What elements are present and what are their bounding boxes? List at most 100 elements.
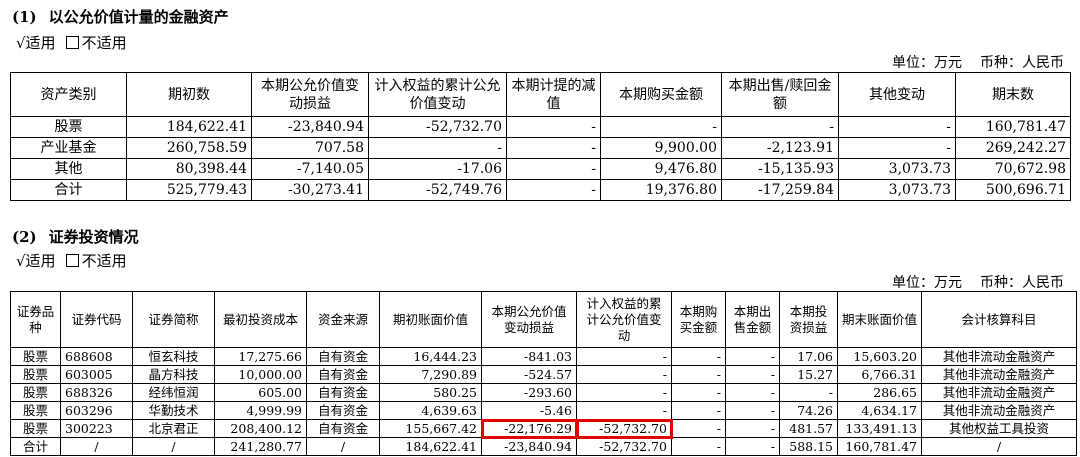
header-cell: 本期公允价值变动损益 (251, 72, 369, 117)
header-cell: 期末数 (955, 72, 1071, 117)
header-cell: 计入权益的累计公允价值变动 (576, 291, 672, 348)
table-header-row: 证券品种 证券代码 证券简称 最初投资成本 资金来源 期初账面价值 本期公允价值… (10, 291, 1077, 348)
value-cell: 603005 (60, 365, 133, 384)
value-cell: - (779, 383, 838, 402)
value-cell: 4,634.17 (837, 401, 922, 420)
value-cell: - (721, 116, 839, 138)
value-cell: 241,280.77 (214, 437, 307, 456)
value-cell: / (921, 437, 1077, 456)
section2-number: (2) (12, 228, 37, 246)
header-cell: 本期购买金额 (671, 291, 726, 348)
value-cell: - (725, 401, 780, 420)
value-cell: 688326 (60, 383, 133, 402)
value-cell: - (671, 365, 726, 384)
value-cell: -17,259.84 (721, 179, 839, 201)
currency-label: 币种：人民币 (980, 55, 1064, 71)
table-row: 产业基金 260,758.59 707.58- -9,900.00 -2,123.91-… (10, 137, 1071, 159)
table-row: 合计 //241,280.77/184,622.41 -23,840.94 -52,7… (10, 437, 1077, 456)
value-cell: - (725, 419, 780, 438)
header-cell: 本期出售/赎回金额 (721, 72, 839, 117)
table-row: 股票 300223 北京君正 208,400.12 自有资金 155,667.42 -22,… (10, 418, 1077, 439)
value-cell: 北京君正 (132, 419, 215, 438)
value-cell: 580.25 (379, 383, 482, 402)
value-cell: - (576, 383, 672, 402)
highlighted-value-cell: -52,732.70 (575, 418, 673, 439)
value-cell: 经纬恒润 (132, 383, 215, 402)
value-cell: - (671, 401, 726, 420)
not-applicable-label: 不适用 (81, 252, 127, 270)
value-cell: 4,639.63 (379, 401, 482, 420)
value-cell: -15,135.93 (721, 158, 839, 180)
header-cell: 会计核算科目 (921, 291, 1077, 348)
table-row: 股票 184,622.41 -23,840.94 -52,732.70- - - -160,… (10, 116, 1071, 138)
header-cell: 本期投资损益 (779, 291, 838, 348)
section1-heading: (1) 以公允价值计量的金融资产 (12, 6, 229, 27)
value-cell: - (576, 401, 672, 420)
value-cell: - (838, 116, 956, 138)
header-cell: 证券简称 (132, 291, 215, 348)
value-cell: - (725, 365, 780, 384)
value-cell: - (506, 116, 601, 138)
value-cell: 19,376.80 (600, 179, 722, 201)
section1-title: 以公允价值计量的金融资产 (48, 8, 229, 26)
value-cell: 133,491.13 (837, 419, 922, 438)
value-cell: / (132, 437, 215, 456)
value-cell: -7,140.05 (251, 158, 369, 180)
header-cell: 证券代码 (60, 291, 133, 348)
value-cell: 500,696.71 (955, 179, 1071, 201)
row-label-cell: 股票 (10, 365, 61, 384)
value-cell: -524.57 (481, 365, 577, 384)
value-cell: 其他权益工具投资 (921, 419, 1077, 438)
header-cell: 期初账面价值 (379, 291, 482, 348)
section2-title: 证券投资情况 (48, 228, 139, 246)
value-cell: -52,749.76 (368, 179, 507, 201)
value-cell: 9,900.00 (600, 137, 722, 159)
header-cell: 证券品种 (10, 291, 61, 348)
row-label-cell: 其他 (10, 158, 127, 180)
value-cell: - (506, 137, 601, 159)
value-cell: 3,073.73 (838, 179, 956, 201)
value-cell: 7,290.89 (379, 365, 482, 384)
value-cell: - (671, 437, 726, 456)
checkbox-icon (65, 254, 79, 267)
header-cell: 本期购买金额 (600, 72, 722, 117)
row-label-cell: 股票 (10, 401, 61, 420)
section1-unit: 单位：万元 币种：人民币 (892, 52, 1064, 72)
section1-options: √适用 不适用 (16, 32, 127, 53)
value-cell: 160,781.47 (955, 116, 1071, 138)
value-cell: 588.15 (779, 437, 838, 456)
value-cell: 自有资金 (306, 419, 380, 438)
unit-label: 单位：万元 (892, 275, 962, 291)
value-cell: - (671, 383, 726, 402)
value-cell: -293.60 (481, 383, 577, 402)
value-cell: - (725, 347, 780, 366)
value-cell: 17.06 (779, 347, 838, 366)
value-cell: -52,732.70 (368, 116, 507, 138)
value-cell: 晶方科技 (132, 365, 215, 384)
value-cell: 10,000.00 (214, 365, 307, 384)
value-cell: -23,840.94 (481, 437, 577, 456)
applicable-label: √适用 (16, 34, 56, 52)
value-cell: - (725, 383, 780, 402)
value-cell: 707.58 (251, 137, 369, 159)
value-cell: / (60, 437, 133, 456)
highlighted-value-cell: -22,176.29 (480, 418, 578, 439)
header-cell: 其他变动 (838, 72, 956, 117)
header-cell: 期初数 (126, 72, 252, 117)
section1-number: (1) (12, 8, 37, 26)
value-cell: 3,073.73 (838, 158, 956, 180)
value-cell: - (368, 137, 507, 159)
value-cell: -23,840.94 (251, 116, 369, 138)
header-cell: 资金来源 (306, 291, 380, 348)
table-header-row: 资产类别 期初数 本期公允价值变动损益 计入权益的累计公允价值变动 本期计提的减… (10, 72, 1071, 117)
value-cell: -52,732.70 (576, 437, 672, 456)
value-cell: 155,667.42 (379, 419, 482, 438)
value-cell: 自有资金 (306, 365, 380, 384)
value-cell: 300223 (60, 419, 133, 438)
value-cell: 自有资金 (306, 401, 380, 420)
fair-value-assets-table: 资产类别 期初数 本期公允价值变动损益 计入权益的累计公允价值变动 本期计提的减… (10, 72, 1071, 201)
table-row: 股票 688326 经纬恒润 605.00 自有资金 580.25 -293.60- - - -2… (10, 383, 1077, 402)
section2-unit: 单位：万元 币种：人民币 (892, 272, 1064, 292)
header-cell: 本期计提的减值 (506, 72, 601, 117)
value-cell: 286.65 (837, 383, 922, 402)
